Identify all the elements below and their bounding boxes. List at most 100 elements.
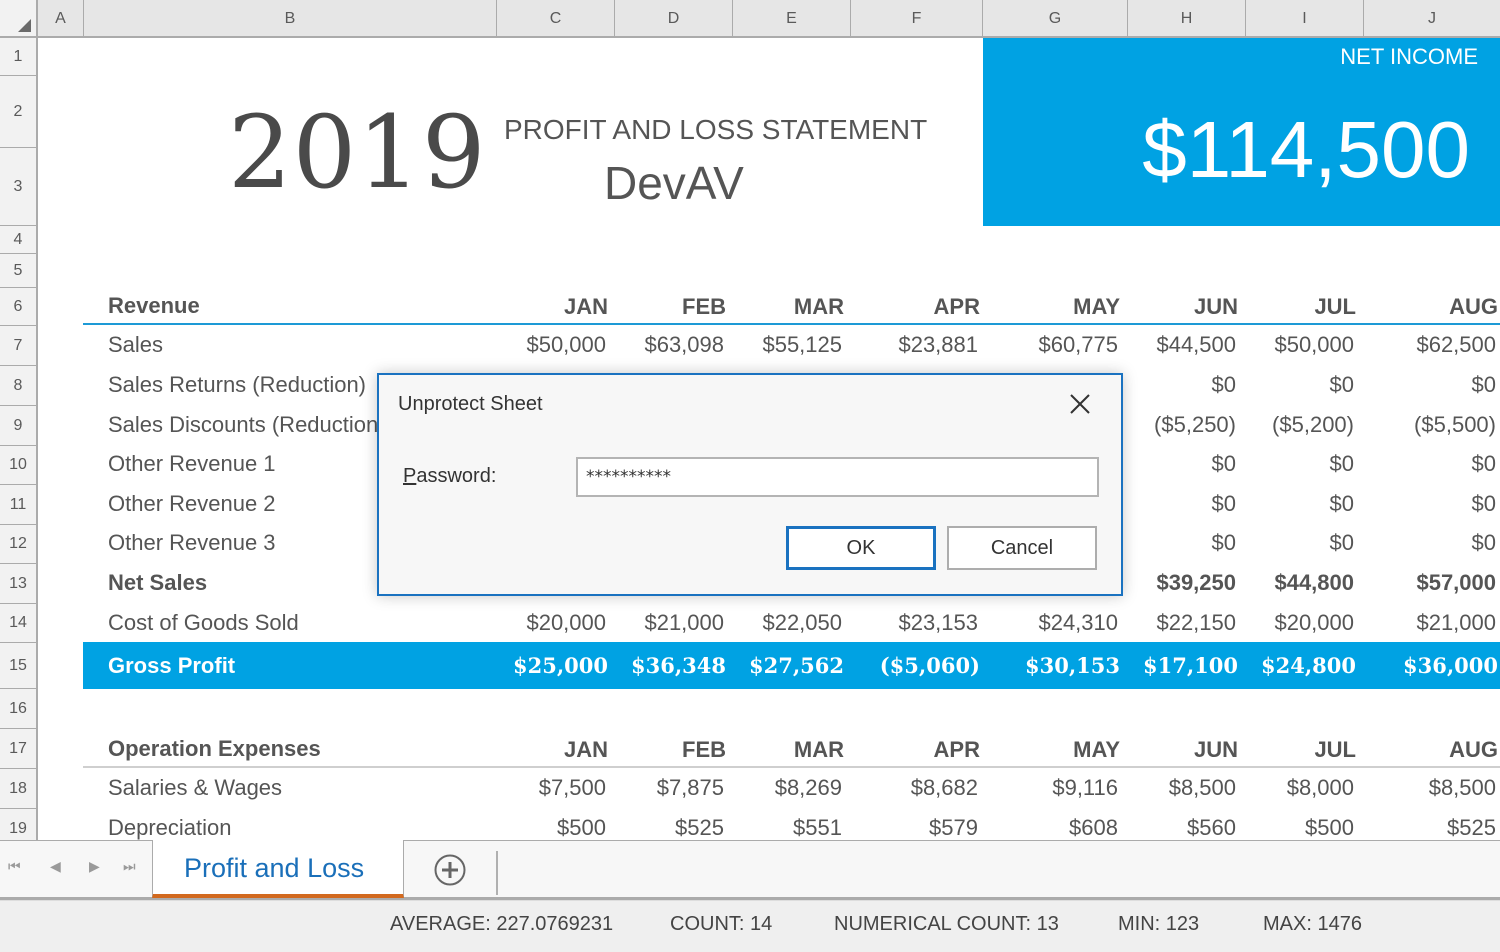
- value-cell[interactable]: $8,500: [1360, 775, 1496, 801]
- row-header-9[interactable]: 9: [0, 406, 36, 446]
- value-cell[interactable]: $0: [1236, 491, 1354, 517]
- row-label[interactable]: Sales: [108, 332, 163, 358]
- sheet-tab-profit-and-loss[interactable]: Profit and Loss: [152, 840, 404, 898]
- value-cell[interactable]: $500: [1236, 815, 1354, 840]
- net-sales-cell[interactable]: $39,250: [1118, 570, 1236, 596]
- value-cell[interactable]: $525: [1360, 815, 1496, 840]
- column-header-e[interactable]: E: [733, 0, 851, 36]
- previous-sheet-icon[interactable]: ◀: [50, 859, 61, 875]
- value-cell[interactable]: ($5,500): [1360, 412, 1496, 438]
- column-header-i[interactable]: I: [1246, 0, 1364, 36]
- value-cell[interactable]: $525: [606, 815, 724, 840]
- row-label[interactable]: Depreciation: [108, 815, 232, 840]
- month-header[interactable]: JUL: [1238, 294, 1356, 320]
- row-label[interactable]: Other Revenue 2: [108, 491, 276, 517]
- cogs-cell[interactable]: $21,000: [1360, 610, 1496, 636]
- value-cell[interactable]: $8,269: [724, 775, 842, 801]
- row-label[interactable]: Sales Returns (Reduction): [108, 372, 366, 398]
- column-header-h[interactable]: H: [1128, 0, 1246, 36]
- cogs-cell[interactable]: $23,153: [846, 610, 978, 636]
- value-cell[interactable]: $63,098: [606, 332, 724, 358]
- gross-profit-cell[interactable]: $25,000: [490, 653, 608, 678]
- row-header-2[interactable]: 2: [0, 76, 36, 148]
- row-label[interactable]: Sales Discounts (Reduction): [108, 412, 386, 438]
- net-sales-cell[interactable]: $44,800: [1236, 570, 1354, 596]
- cogs-cell[interactable]: $24,310: [978, 610, 1118, 636]
- value-cell[interactable]: $50,000: [488, 332, 606, 358]
- column-header-a[interactable]: A: [38, 0, 84, 36]
- value-cell[interactable]: $8,682: [846, 775, 978, 801]
- dialog-close-button[interactable]: [1065, 389, 1095, 419]
- row-label[interactable]: Other Revenue 3: [108, 530, 276, 556]
- column-header-d[interactable]: D: [615, 0, 733, 36]
- row-header-6[interactable]: 6: [0, 288, 36, 326]
- value-cell[interactable]: $60,775: [978, 332, 1118, 358]
- row-header-13[interactable]: 13: [0, 564, 36, 604]
- row-header-3[interactable]: 3: [0, 148, 36, 226]
- value-cell[interactable]: $0: [1118, 372, 1236, 398]
- add-sheet-button[interactable]: [433, 853, 467, 887]
- value-cell[interactable]: $500: [488, 815, 606, 840]
- value-cell[interactable]: $0: [1118, 451, 1236, 477]
- value-cell[interactable]: ($5,200): [1236, 412, 1354, 438]
- gross-profit-cell[interactable]: $30,153: [980, 653, 1120, 678]
- month-header[interactable]: JAN: [490, 294, 608, 320]
- column-header-b[interactable]: B: [84, 0, 497, 36]
- ok-button[interactable]: OK: [786, 526, 936, 570]
- value-cell[interactable]: $0: [1118, 530, 1236, 556]
- month-header[interactable]: JUN: [1120, 737, 1238, 763]
- gross-profit-cell[interactable]: $24,800: [1238, 653, 1356, 678]
- value-cell[interactable]: $23,881: [846, 332, 978, 358]
- cancel-button[interactable]: Cancel: [947, 526, 1097, 570]
- row-header-14[interactable]: 14: [0, 604, 36, 643]
- row-header-5[interactable]: 5: [0, 254, 36, 288]
- gross-profit-cell[interactable]: $36,348: [608, 653, 726, 678]
- value-cell[interactable]: $0: [1360, 530, 1496, 556]
- month-header[interactable]: AUG: [1362, 737, 1498, 763]
- row-header-16[interactable]: 16: [0, 689, 36, 729]
- value-cell[interactable]: $551: [724, 815, 842, 840]
- month-header[interactable]: MAY: [980, 294, 1120, 320]
- value-cell[interactable]: $608: [978, 815, 1118, 840]
- cogs-cell[interactable]: $21,000: [606, 610, 724, 636]
- row-header-4[interactable]: 4: [0, 226, 36, 254]
- cogs-label[interactable]: Cost of Goods Sold: [108, 610, 299, 636]
- row-header-10[interactable]: 10: [0, 446, 36, 485]
- value-cell[interactable]: $0: [1236, 372, 1354, 398]
- value-cell[interactable]: $7,500: [488, 775, 606, 801]
- row-header-12[interactable]: 12: [0, 525, 36, 564]
- next-sheet-icon[interactable]: ▶: [89, 859, 100, 875]
- value-cell[interactable]: $0: [1360, 372, 1496, 398]
- row-header-19[interactable]: 19: [0, 809, 36, 840]
- row-header-1[interactable]: 1: [0, 38, 36, 76]
- row-label[interactable]: Other Revenue 1: [108, 451, 276, 477]
- column-header-f[interactable]: F: [851, 0, 983, 36]
- value-cell[interactable]: $0: [1118, 491, 1236, 517]
- row-header-17[interactable]: 17: [0, 729, 36, 769]
- gross-profit-cell[interactable]: $27,562: [726, 653, 844, 678]
- net-sales-label[interactable]: Net Sales: [108, 570, 207, 596]
- gross-profit-cell[interactable]: $36,000: [1362, 653, 1498, 678]
- value-cell[interactable]: $62,500: [1360, 332, 1496, 358]
- cogs-cell[interactable]: $20,000: [488, 610, 606, 636]
- value-cell[interactable]: $55,125: [724, 332, 842, 358]
- month-header[interactable]: APR: [848, 737, 980, 763]
- net-sales-cell[interactable]: $57,000: [1360, 570, 1496, 596]
- first-sheet-icon[interactable]: ⏮: [8, 859, 21, 875]
- month-header[interactable]: MAR: [726, 737, 844, 763]
- value-cell[interactable]: $8,000: [1236, 775, 1354, 801]
- month-header[interactable]: AUG: [1362, 294, 1498, 320]
- cogs-cell[interactable]: $22,050: [724, 610, 842, 636]
- month-header[interactable]: JUN: [1120, 294, 1238, 320]
- row-header-7[interactable]: 7: [0, 326, 36, 366]
- gross-profit-cell[interactable]: ($5,060): [848, 653, 980, 678]
- month-header[interactable]: JUL: [1238, 737, 1356, 763]
- month-header[interactable]: FEB: [608, 737, 726, 763]
- column-header-g[interactable]: G: [983, 0, 1128, 36]
- cogs-cell[interactable]: $22,150: [1118, 610, 1236, 636]
- value-cell[interactable]: $0: [1236, 451, 1354, 477]
- gross-profit-label[interactable]: Gross Profit: [108, 653, 235, 679]
- row-header-15[interactable]: 15: [0, 643, 36, 689]
- month-header[interactable]: MAR: [726, 294, 844, 320]
- last-sheet-icon[interactable]: ⏭: [123, 859, 136, 875]
